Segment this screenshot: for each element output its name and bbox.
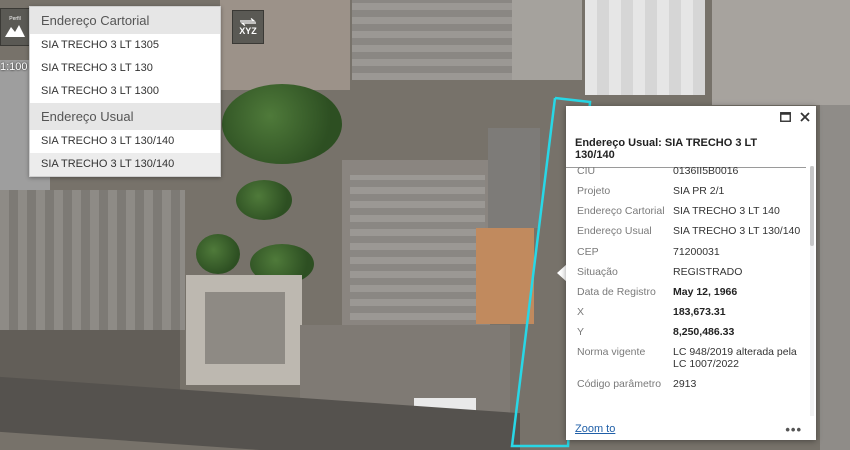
attribute-value: 2913 [673,378,697,390]
search-suggestions: Endereço Cartorial SIA TRECHO 3 LT 1305 … [29,6,221,177]
attribute-label: Endereço Usual [577,225,652,237]
attribute-label: CEP [577,246,599,258]
popup-scrollbar-thumb[interactable] [810,166,814,246]
close-icon[interactable] [797,109,813,125]
xyz-button[interactable]: XYZ [232,10,264,44]
suggestion-item[interactable]: SIA TRECHO 3 LT 130/140 [30,130,220,153]
attribute-value: SIA TRECHO 3 LT 140 [673,205,780,217]
attribute-label: Data de Registro [577,286,656,298]
attribute-value: 71200031 [673,246,720,258]
suggestion-group-usual: Endereço Usual [30,103,220,130]
attribute-row: Endereço Cartorial SIA TRECHO 3 LT 140 [577,205,808,217]
attribute-row: CEP 71200031 [577,246,808,258]
attribute-row: Endereço Usual SIA TRECHO 3 LT 130/140 [577,225,808,237]
attribute-value: LC 948/2019 alterada pela LC 1007/2022 [673,346,797,370]
mountain-icon [5,25,25,37]
popup-toolbar [566,106,816,127]
attribute-label: Norma vigente [577,346,646,358]
attribute-label: Projeto [577,185,611,197]
attribute-value: 8,250,486.33 [673,326,735,338]
popup-attributes: CIU 0136II5B0016 Projeto SIA PR 2/1 Ende… [566,159,808,417]
feature-popup: Endereço Usual: SIA TRECHO 3 LT 130/140 … [566,106,816,440]
attribute-value: REGISTRADO [673,266,743,278]
attribute-label: CIU [577,165,596,177]
scale-text: 1:100 [0,61,28,73]
attribute-label: Código parâmetro [577,378,662,390]
attribute-value: SIA TRECHO 3 LT 130/140 [673,225,801,237]
more-options-icon[interactable]: ••• [785,422,802,437]
suggestion-item[interactable]: SIA TRECHO 3 LT 1300 [30,80,220,103]
suggestion-item-selected[interactable]: SIA TRECHO 3 LT 130/140 [30,153,220,176]
attribute-value: May 12, 1966 [673,286,738,298]
xyz-label: XYZ [239,26,257,36]
attribute-label: Y [577,326,585,338]
attribute-value: SIA PR 2/1 [673,185,725,197]
attribute-row: Código parâmetro 2913 [577,378,808,390]
attribute-row: Norma vigente LC 948/2019 alterada pela … [577,346,808,370]
maximize-icon[interactable] [777,109,793,125]
attribute-label: Endereço Cartorial [577,205,665,217]
popup-footer: Zoom to ••• [566,418,816,440]
attribute-value: 0136II5B0016 [673,165,739,177]
attribute-row: Y 8,250,486.33 [577,326,808,338]
zoom-to-link[interactable]: Zoom to [575,423,615,435]
attribute-label: X [577,306,585,318]
attribute-row: Situação REGISTRADO [577,266,808,278]
attribute-row: Data de Registro May 12, 1966 [577,286,808,298]
suggestion-item[interactable]: SIA TRECHO 3 LT 1305 [30,34,220,57]
attribute-row: X 183,673.31 [577,306,808,318]
attribute-row: Projeto SIA PR 2/1 [577,185,808,197]
attribute-value: 183,673.31 [673,306,726,318]
suggestion-item[interactable]: SIA TRECHO 3 LT 130 [30,57,220,80]
profile-button[interactable]: Perfil [0,8,30,46]
attribute-label: Situação [577,266,618,278]
swap-arrows-icon [240,18,256,26]
attribute-row: CIU 0136II5B0016 [577,165,808,177]
suggestion-group-cartorial: Endereço Cartorial [30,7,220,34]
